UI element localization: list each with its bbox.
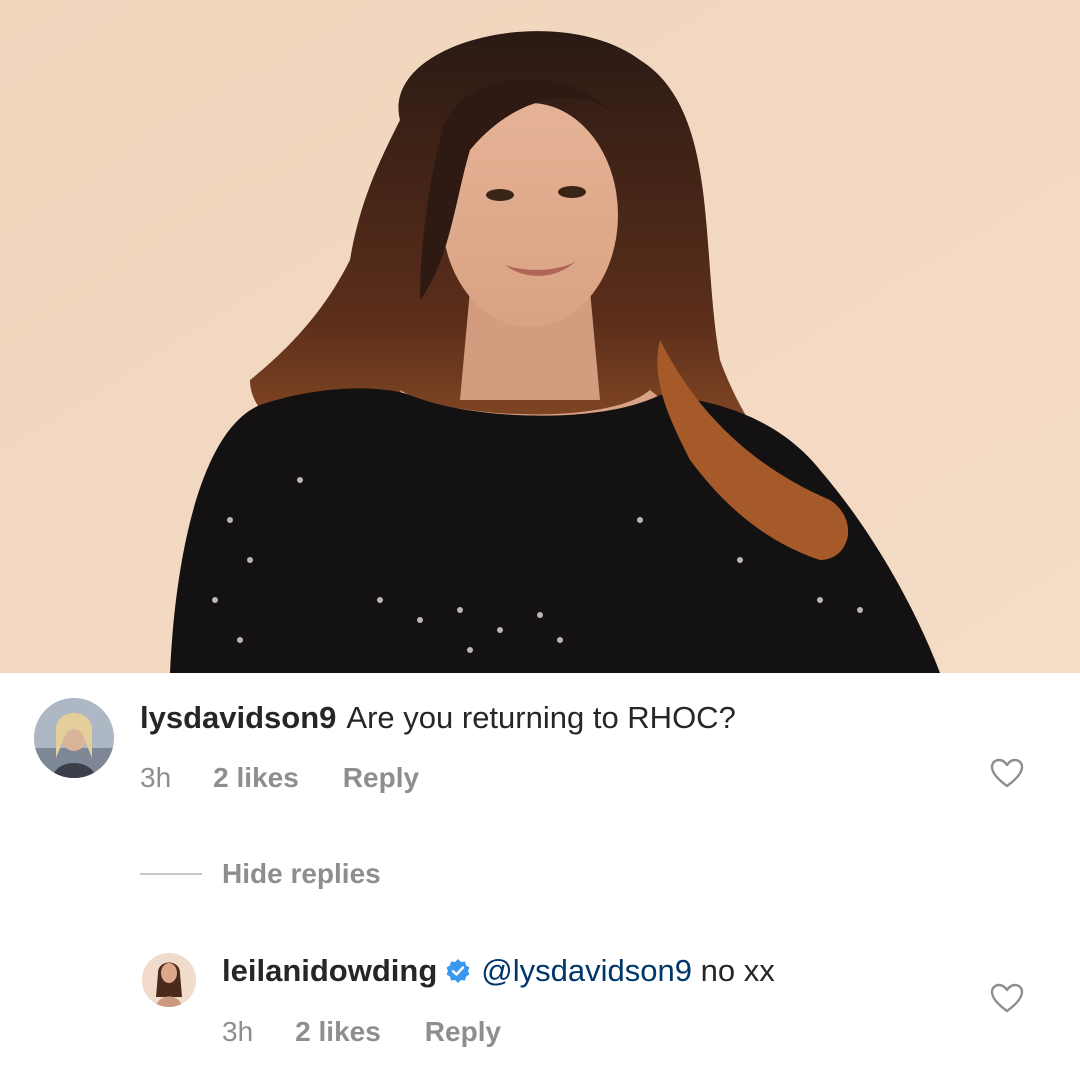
hide-replies-label: Hide replies	[222, 858, 381, 889]
reply-mention-link[interactable]: @lysdavidson9	[481, 953, 692, 988]
reply-button[interactable]: Reply	[425, 1016, 501, 1048]
comment-time: 3h	[140, 762, 172, 793]
heart-icon[interactable]	[990, 758, 1024, 788]
comment-text: Are you returning to RHOC?	[346, 700, 736, 735]
portrait-illustration	[0, 0, 1080, 673]
comment-username[interactable]: lysdavidson9	[140, 700, 336, 736]
avatar[interactable]	[142, 953, 196, 1007]
reply-text-container: @lysdavidson9 no xx	[481, 953, 774, 989]
avatar-image	[34, 698, 114, 778]
avatar[interactable]	[34, 698, 114, 778]
hide-replies-divider	[140, 873, 202, 875]
reply-text: no xx	[700, 953, 775, 988]
hide-replies-button[interactable]: Hide replies	[140, 858, 381, 890]
reply-button[interactable]: Reply	[343, 762, 419, 794]
reply-time: 3h	[222, 1016, 254, 1047]
heart-icon[interactable]	[990, 983, 1024, 1013]
verified-badge-icon	[446, 959, 470, 983]
reply-username[interactable]: leilanidowding	[222, 953, 437, 989]
post-photo	[0, 0, 1080, 673]
comment-likes[interactable]: 2 likes	[213, 762, 299, 794]
avatar-image	[142, 953, 196, 1007]
reply-likes[interactable]: 2 likes	[295, 1016, 381, 1048]
